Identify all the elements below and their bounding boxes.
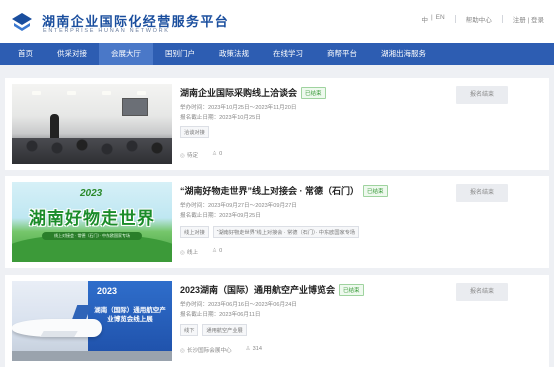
nav-merchant[interactable]: 商帮平台 <box>315 43 369 65</box>
event-date: 举办时间：2023年06月16日～2023年06月24日 <box>180 302 297 308</box>
thumb-year: 2023 <box>80 188 103 199</box>
nav-supply[interactable]: 供采对接 <box>45 43 99 65</box>
ceiling-light <box>32 91 41 95</box>
location-text: 长沙国际会展中心 <box>186 348 232 354</box>
event-title-text[interactable]: 2023湖南（国际）通用航空产业博览会 <box>180 283 335 296</box>
nav-country-portal[interactable]: 国别门户 <box>153 43 207 65</box>
lang-cn-link[interactable]: 中 <box>421 14 428 24</box>
nav-home[interactable]: 首页 <box>6 43 45 65</box>
event-title[interactable]: 湖南企业国际采购线上洽谈会 已结束 <box>180 86 326 99</box>
event-thumbnail[interactable] <box>12 84 172 164</box>
participants-stat: ♙ 0 <box>212 248 222 256</box>
top-links: 中 | EN 帮助中心 注册 | 登录 <box>421 14 544 24</box>
nav-online-learning[interactable]: 在线学习 <box>261 43 315 65</box>
location-pin-icon: ◎ <box>180 348 185 354</box>
thumb-headline: 湖南（国际）通用航空产业博览会线上展 <box>94 307 166 323</box>
location-text: 线上 <box>186 250 199 256</box>
location-pin-icon: ◎ <box>180 250 185 256</box>
event-deadline: 报名截止日期：2023年06月11日 <box>180 312 261 318</box>
lang-en-link[interactable]: EN <box>436 14 445 24</box>
divider <box>454 15 456 23</box>
status-badge: 已结束 <box>301 86 326 99</box>
plane-wing <box>40 331 78 337</box>
runway <box>12 351 172 361</box>
event-title-text[interactable]: “湖南好物走世界”线上对接会 · 常德（石门） <box>180 184 359 197</box>
status-badge: 已结束 <box>339 283 364 296</box>
event-title[interactable]: “湖南好物走世界”线上对接会 · 常德（石门） 已结束 <box>180 184 388 197</box>
event-date: 举办时间：2023年09月27日～2023年09月27日 <box>180 203 297 209</box>
event-title[interactable]: 2023湖南（国际）通用航空产业博览会 已结束 <box>180 283 364 296</box>
event-tags: 线下 通用航空产业展 <box>180 324 247 336</box>
main-nav: 首页 供采对接 会展大厅 国别门户 政策法规 在线学习 商帮平台 湖湘出海服务 <box>0 43 554 65</box>
event-tag: 线上对接 <box>180 226 209 238</box>
event-tag: 线下 <box>180 324 199 336</box>
event-stats: ◎ 待定 ♙ 0 <box>180 151 222 159</box>
event-thumbnail[interactable]: 2023 湖南（国际）通用航空产业博览会线上展 <box>12 281 172 361</box>
location-text: 待定 <box>186 153 199 159</box>
event-thumbnail[interactable]: 2023 湖南好物走世界 线上对接会 · 常德（石门）· 中东欧国家专场 <box>12 182 172 262</box>
event-title-text[interactable]: 湖南企业国际采购线上洽谈会 <box>180 86 297 99</box>
person-icon: ♙ <box>212 248 218 254</box>
help-center-link[interactable]: 帮助中心 <box>466 14 492 24</box>
location-stat: ◎ 待定 <box>180 151 198 159</box>
lang-divider: | <box>430 14 433 21</box>
location-pin-icon: ◎ <box>180 153 185 159</box>
event-tag: 洽谈对接 <box>180 126 209 138</box>
thumb-tagline: 线上对接会 · 常德（石门）· 中东欧国家专场 <box>42 232 142 240</box>
registration-closed-button[interactable]: 报名结束 <box>456 283 508 301</box>
event-tag: “湖南好物走世界”线上对接会 · 常德（石门）· 中东欧国家专场 <box>212 226 360 238</box>
event-card[interactable]: 2023 湖南（国际）通用航空产业博览会线上展 2023湖南（国际）通用航空产业… <box>5 275 549 367</box>
event-deadline: 报名截止日期：2023年09月25日 <box>180 213 261 219</box>
event-card[interactable]: 2023 湖南好物走世界 线上对接会 · 常德（石门）· 中东欧国家专场 “湖南… <box>5 176 549 268</box>
event-tags: 洽谈对接 <box>180 126 209 138</box>
person-icon: ♙ <box>245 346 251 352</box>
event-stats: ◎ 线上 ♙ 0 <box>180 248 222 256</box>
language-switch: 中 | EN <box>421 14 444 24</box>
ceiling-light <box>67 91 76 95</box>
divider <box>501 15 503 23</box>
thumb-year: 2023 <box>97 286 118 296</box>
participants-count: 0 <box>219 151 223 157</box>
ceiling-light <box>137 91 146 95</box>
logo-icon[interactable] <box>10 11 34 33</box>
participants-stat: ♙ 314 <box>246 346 262 354</box>
event-card[interactable]: 湖南企业国际采购线上洽谈会 已结束 举办时间：2023年10月25日～2023年… <box>5 78 549 170</box>
registration-closed-button[interactable]: 报名结束 <box>456 184 508 202</box>
site-header: 湖南企业国际化经营服务平台 ENTERPRISE HUNAN NETWORK 中… <box>0 0 554 43</box>
brand-subtitle: ENTERPRISE HUNAN NETWORK <box>43 28 170 34</box>
event-date: 举办时间：2023年10月25日～2023年11月20日 <box>180 105 297 111</box>
nav-overseas-service[interactable]: 湖湘出海服务 <box>369 43 438 65</box>
location-stat: ◎ 线上 <box>180 248 198 256</box>
event-stats: ◎ 长沙国际会展中心 ♙ 314 <box>180 346 262 354</box>
display-screen <box>122 98 148 116</box>
login-register-link[interactable]: 注册 | 登录 <box>513 14 544 24</box>
participants-stat: ♙ 0 <box>212 151 222 159</box>
location-stat: ◎ 长沙国际会展中心 <box>180 346 232 354</box>
event-deadline: 报名截止日期：2023年10月25日 <box>180 115 261 121</box>
nav-exhibition[interactable]: 会展大厅 <box>99 43 153 65</box>
ceiling-light <box>102 91 111 95</box>
event-tag: 通用航空产业展 <box>202 324 247 336</box>
participants-count: 0 <box>219 248 223 254</box>
nav-policy[interactable]: 政策法规 <box>207 43 261 65</box>
participants-count: 314 <box>252 346 263 352</box>
person-icon: ♙ <box>212 151 218 157</box>
registration-closed-button[interactable]: 报名结束 <box>456 86 508 104</box>
event-tags: 线上对接 “湖南好物走世界”线上对接会 · 常德（石门）· 中东欧国家专场 <box>180 226 360 238</box>
thumb-headline: 湖南好物走世界 <box>29 209 155 228</box>
audience <box>12 138 172 164</box>
status-badge: 已结束 <box>363 184 388 197</box>
